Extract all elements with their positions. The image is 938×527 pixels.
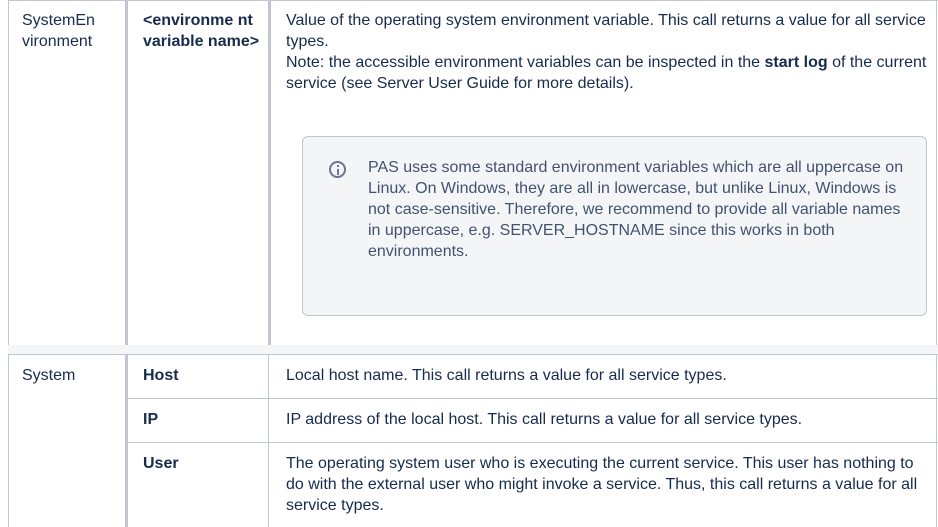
info-icon [329,161,346,178]
note-bold: start log [764,54,828,71]
row-divider [125,442,938,443]
note-prefix: Note: the accessible environment variabl… [286,54,765,71]
key-cell-environment-variable: <environme nt variable name> [143,12,260,50]
key-cell-user: User [143,455,179,472]
key-cell-host: Host [143,367,179,384]
info-panel: PAS uses some standard environment varia… [302,136,927,316]
environment-variables-table: SystemEn vironment <environme nt variabl… [0,0,938,527]
info-panel-text: PAS uses some standard environment varia… [368,159,904,260]
category-cell-systemenvironment: SystemEn vironment [22,12,95,50]
table-border-left [8,0,9,527]
row-divider [8,0,938,1]
category-cell-system: System [22,367,76,384]
key-cell-ip: IP [143,411,159,428]
description-cell-ip: IP address of the local host. This call … [286,411,803,428]
description-cell-user: The operating system user who is executi… [286,455,918,514]
row-divider [125,398,938,399]
table-border-right [936,0,937,527]
row-spacer [8,345,938,354]
column-divider [268,345,269,527]
column-divider [268,0,271,345]
description-cell-host: Local host name. This call returns a val… [286,367,727,384]
description-text: Value of the operating system environmen… [286,12,926,50]
row-divider [8,354,938,355]
column-divider [125,0,128,527]
description-cell-environment: Value of the operating system environmen… [286,10,931,94]
